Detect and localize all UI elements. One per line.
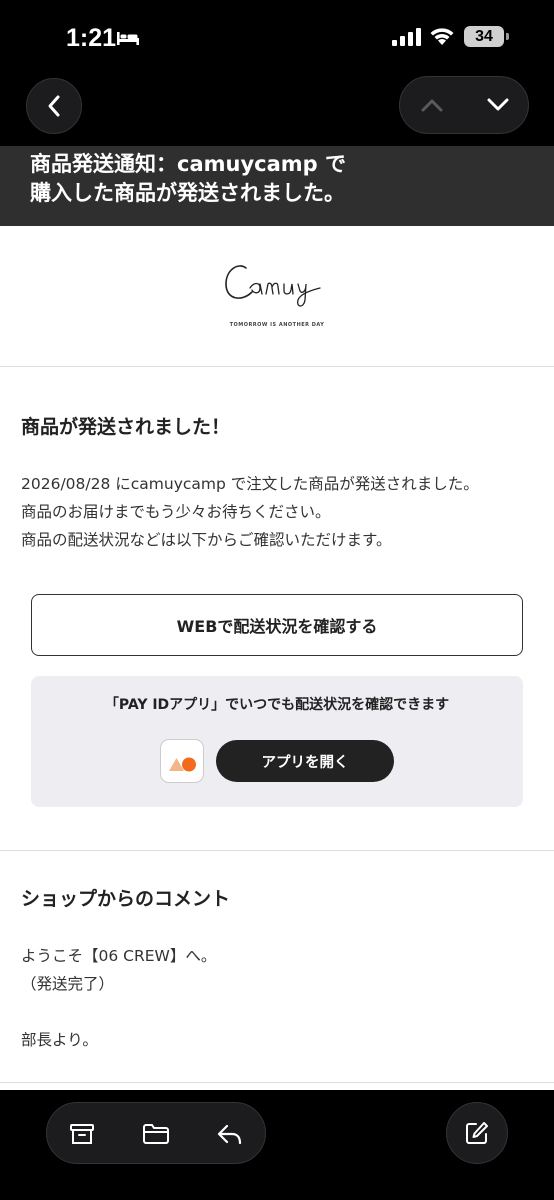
comment-line: [21, 998, 541, 1026]
status-time: 1:21: [66, 24, 117, 52]
shop-comment-heading: ショップからのコメント: [21, 888, 231, 910]
mail-nav-bar: [0, 76, 554, 146]
battery-tip: [506, 33, 509, 40]
open-app-button[interactable]: アプリを開く: [216, 740, 394, 782]
email-subject: 商品発送通知：camuycamp で 購入した商品が発送されました。: [0, 146, 554, 226]
message-actions: [46, 1102, 266, 1164]
shipment-heading: 商品が発送されました！: [21, 416, 231, 438]
chevron-up-icon: [421, 99, 443, 112]
reply-button[interactable]: [213, 1117, 247, 1151]
compose-icon: [466, 1122, 488, 1144]
back-button[interactable]: [26, 78, 82, 134]
cellular-signal-icon: [392, 28, 421, 46]
email-body: TOMORROW IS ANOTHER DAY 商品が発送されました！ 2026…: [0, 226, 554, 1090]
logo-tagline: TOMORROW IS ANOTHER DAY: [229, 322, 325, 328]
shipment-line: 商品のお届けまでもう少々お待ちください。: [21, 503, 331, 521]
shop-comment-body: ようこそ【06 CREW】へ。 （発送完了） 部長より。: [21, 942, 541, 1054]
compose-button[interactable]: [446, 1102, 508, 1164]
status-bar: 1:21 34: [0, 0, 554, 76]
message-navigation: [399, 76, 529, 134]
wifi-icon: [430, 28, 454, 45]
folder-icon: [143, 1124, 169, 1144]
bottom-toolbar: [0, 1090, 554, 1200]
section-divider: [0, 1082, 554, 1083]
check-delivery-web-button[interactable]: WEBで配送状況を確認する: [31, 594, 523, 656]
archive-icon: [70, 1124, 94, 1144]
comment-line: ようこそ【06 CREW】へ。: [21, 947, 217, 965]
comment-line: 部長より。: [21, 1031, 98, 1049]
chevron-left-icon: [48, 95, 60, 117]
shipment-message: 2026/08/28 にcamuycamp で注文した商品が発送されました。 商…: [21, 470, 541, 554]
chevron-down-icon: [487, 98, 509, 111]
battery-indicator: 34: [464, 26, 504, 47]
pay-id-app-icon: [160, 739, 204, 783]
pay-id-app-card: 「PAY IDアプリ」でいつでも配送状況を確認できます アプリを開く: [31, 676, 523, 807]
shop-logo-header: TOMORROW IS ANOTHER DAY: [0, 226, 554, 367]
next-message-button[interactable]: [480, 87, 516, 123]
shipment-line: 2026/08/28 にcamuycamp で注文した商品が発送されました。: [21, 475, 479, 493]
subject-line-1: 商品発送通知：camuycamp で: [30, 152, 346, 176]
subject-line-2: 購入した商品が発送されました。: [30, 181, 345, 205]
app-promo-text: 「PAY IDアプリ」でいつでも配送状況を確認できます: [104, 697, 450, 713]
section-divider: [0, 850, 554, 851]
sleep-focus-icon: [117, 32, 139, 45]
comment-line: （発送完了）: [21, 975, 115, 993]
archive-button[interactable]: [65, 1117, 99, 1151]
camuy-logo: [225, 265, 321, 307]
reply-icon: [217, 1124, 242, 1145]
shipment-line: 商品の配送状況などは以下からご確認いただけます。: [21, 531, 392, 549]
move-to-folder-button[interactable]: [139, 1117, 173, 1151]
previous-message-button[interactable]: [414, 87, 450, 123]
